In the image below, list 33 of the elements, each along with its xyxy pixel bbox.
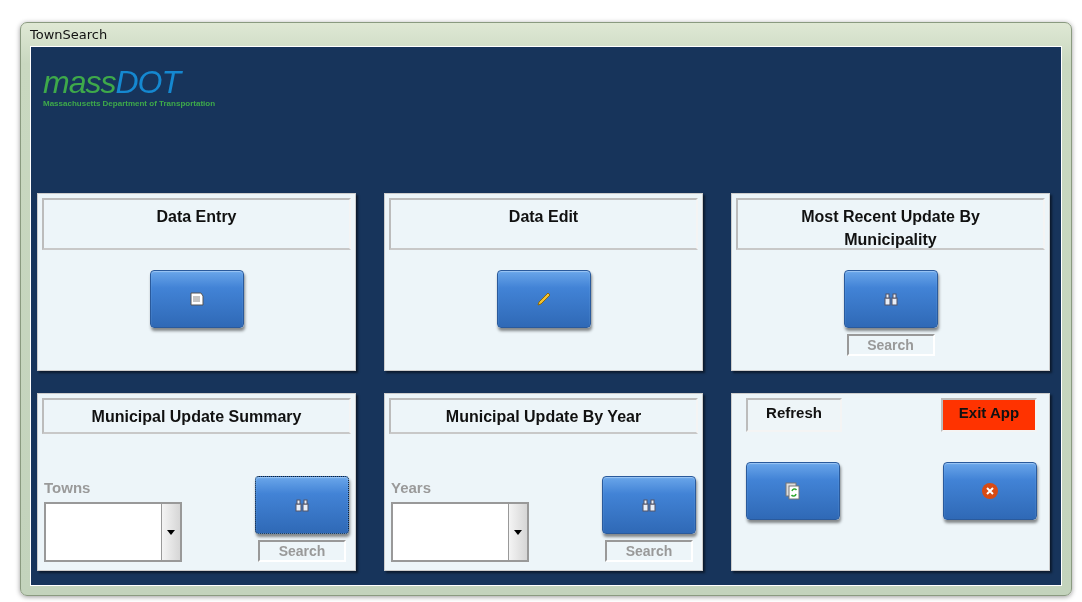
binoculars-icon xyxy=(641,497,657,513)
dropdown-arrow-icon xyxy=(514,529,522,535)
dropdown-arrow-icon xyxy=(167,529,175,535)
logo-text: mass xyxy=(43,65,116,99)
action-button[interactable] xyxy=(943,462,1037,520)
field-label: Years xyxy=(391,479,433,496)
search-button[interactable] xyxy=(602,476,696,534)
dropdown-field[interactable] xyxy=(44,502,182,562)
action-button[interactable] xyxy=(746,462,840,520)
panel-title: Municipal Update By Year xyxy=(389,398,698,434)
pencil-icon xyxy=(535,291,552,307)
refresh-document-icon xyxy=(785,482,801,500)
search-label: Search xyxy=(605,540,693,562)
action-button[interactable] xyxy=(496,270,591,328)
dropdown-field[interactable] xyxy=(391,502,529,562)
action-label: Refresh xyxy=(746,398,842,432)
action-button[interactable] xyxy=(149,270,244,328)
panel-title: Data Edit xyxy=(389,198,698,250)
panel-title: Municipal Update Summary xyxy=(42,398,351,434)
window-title: TownSearch xyxy=(30,26,109,44)
panel-title: Data Entry xyxy=(42,198,351,250)
logo-tagline: Massachusetts Department of Transportation xyxy=(43,99,217,108)
search-label: Search xyxy=(258,540,346,562)
search-label: Search xyxy=(846,334,935,356)
action-label: Exit App xyxy=(941,398,1037,432)
field-label: Towns xyxy=(44,479,92,496)
panel-title: Most Recent Update By Municipality xyxy=(736,198,1045,250)
search-button[interactable] xyxy=(843,270,938,328)
close-icon xyxy=(981,482,999,500)
notepad-icon xyxy=(188,291,205,307)
binoculars-icon xyxy=(882,291,899,307)
search-button[interactable] xyxy=(255,476,349,534)
binoculars-icon xyxy=(294,497,310,513)
